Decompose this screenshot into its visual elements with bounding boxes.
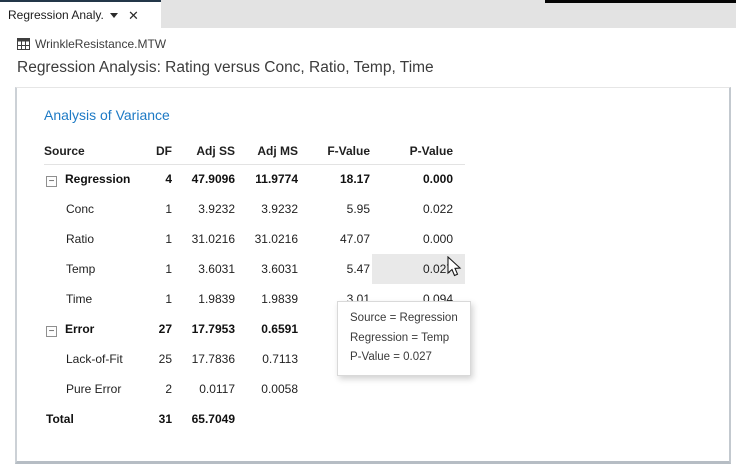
adj_ms-cell[interactable]: 31.0216 [237,224,300,254]
df-cell[interactable]: 4 [147,164,174,194]
df-cell[interactable]: 1 [147,224,174,254]
adj_ms-cell[interactable]: 11.9774 [237,164,300,194]
source-label: Regression [65,172,130,186]
section-title: Analysis of Variance [44,107,170,123]
f-cell[interactable]: 18.17 [300,164,372,194]
adj_ss-cell[interactable]: 31.0216 [174,224,237,254]
p-cell[interactable]: 0.000 [372,164,465,194]
table-row: −Regression447.909611.977418.170.000 [44,164,465,194]
adj_ms-cell[interactable]: 0.7113 [237,344,300,374]
source-cell[interactable]: Time [44,284,147,314]
source-cell[interactable]: Total [44,404,147,434]
table-row: Conc13.92323.92325.950.022 [44,194,465,224]
tab-regression-analysis[interactable]: Regression Analy... ✕ [0,0,161,28]
f-cell[interactable]: 5.47 [300,254,372,284]
f-cell[interactable]: 5.95 [300,194,372,224]
adj_ss-cell[interactable]: 1.9839 [174,284,237,314]
f-cell[interactable] [300,404,372,434]
source-label: Error [65,322,94,336]
worksheet-name: WrinkleResistance.MTW [35,37,166,51]
worksheet-link[interactable]: WrinkleResistance.MTW [17,37,166,51]
source-cell[interactable]: Ratio [44,224,147,254]
app-window: Regression Analy... ✕ WrinkleResistance.… [0,0,736,474]
adj_ss-cell[interactable]: 0.0117 [174,374,237,404]
anova-table: SourceDFAdj SSAdj MSF-ValueP-Value −Regr… [44,138,465,434]
adj_ss-cell[interactable]: 17.7836 [174,344,237,374]
collapse-minus-icon[interactable]: − [46,326,57,337]
table-row: Temp13.60313.60315.470.027 [44,254,465,284]
source-cell[interactable]: Lack-of-Fit [44,344,147,374]
source-cell[interactable]: Conc [44,194,147,224]
adj_ms-cell[interactable] [237,404,300,434]
adj_ms-cell[interactable]: 1.9839 [237,284,300,314]
table-row: Pure Error20.01170.0058 [44,374,465,404]
column-header: P-Value [372,138,465,164]
collapse-minus-icon[interactable]: − [46,176,57,187]
df-cell[interactable]: 1 [147,194,174,224]
page-title: Regression Analysis: Rating versus Conc,… [17,59,434,77]
df-cell[interactable]: 2 [147,374,174,404]
worksheet-grid-icon [17,38,30,50]
table-row: Total3165.7049 [44,404,465,434]
tab-label: Regression Analy... [0,8,104,22]
column-header: Source [44,138,147,164]
adj_ms-cell[interactable]: 3.6031 [237,254,300,284]
table-row: Ratio131.021631.021647.070.000 [44,224,465,254]
tooltip-line: Regression = Temp [350,329,458,349]
adj_ss-cell[interactable]: 47.9096 [174,164,237,194]
adj_ss-cell[interactable]: 3.9232 [174,194,237,224]
df-cell[interactable]: 31 [147,404,174,434]
p-cell[interactable] [372,374,465,404]
f-cell[interactable] [300,374,372,404]
adj_ms-cell[interactable]: 0.6591 [237,314,300,344]
adj_ms-cell[interactable]: 0.0058 [237,374,300,404]
p-cell[interactable]: 0.022 [372,194,465,224]
df-cell[interactable]: 1 [147,254,174,284]
column-header: Adj SS [174,138,237,164]
source-cell[interactable]: Temp [44,254,147,284]
window-top-edge [545,0,736,3]
column-header: Adj MS [237,138,300,164]
source-cell[interactable]: −Error [44,314,147,344]
output-panel: Analysis of Variance SourceDFAdj SSAdj M… [15,87,731,464]
cell-tooltip: Source = RegressionRegression = TempP-Va… [337,301,471,376]
close-icon[interactable]: ✕ [128,9,139,22]
source-cell[interactable]: −Regression [44,164,147,194]
source-cell[interactable]: Pure Error [44,374,147,404]
f-cell[interactable]: 47.07 [300,224,372,254]
p-cell[interactable]: 0.000 [372,224,465,254]
column-header: DF [147,138,174,164]
mouse-cursor-icon [447,256,464,280]
adj_ss-cell[interactable]: 17.7953 [174,314,237,344]
adj_ss-cell[interactable]: 3.6031 [174,254,237,284]
adj_ss-cell[interactable]: 65.7049 [174,404,237,434]
column-header: F-Value [300,138,372,164]
anova-header-row: SourceDFAdj SSAdj MSF-ValueP-Value [44,138,465,164]
chevron-down-icon[interactable] [110,13,118,18]
tooltip-line: Source = Regression [350,309,458,329]
df-cell[interactable]: 25 [147,344,174,374]
df-cell[interactable]: 27 [147,314,174,344]
adj_ms-cell[interactable]: 3.9232 [237,194,300,224]
tooltip-line: P-Value = 0.027 [350,348,458,368]
p-cell[interactable] [372,404,465,434]
df-cell[interactable]: 1 [147,284,174,314]
